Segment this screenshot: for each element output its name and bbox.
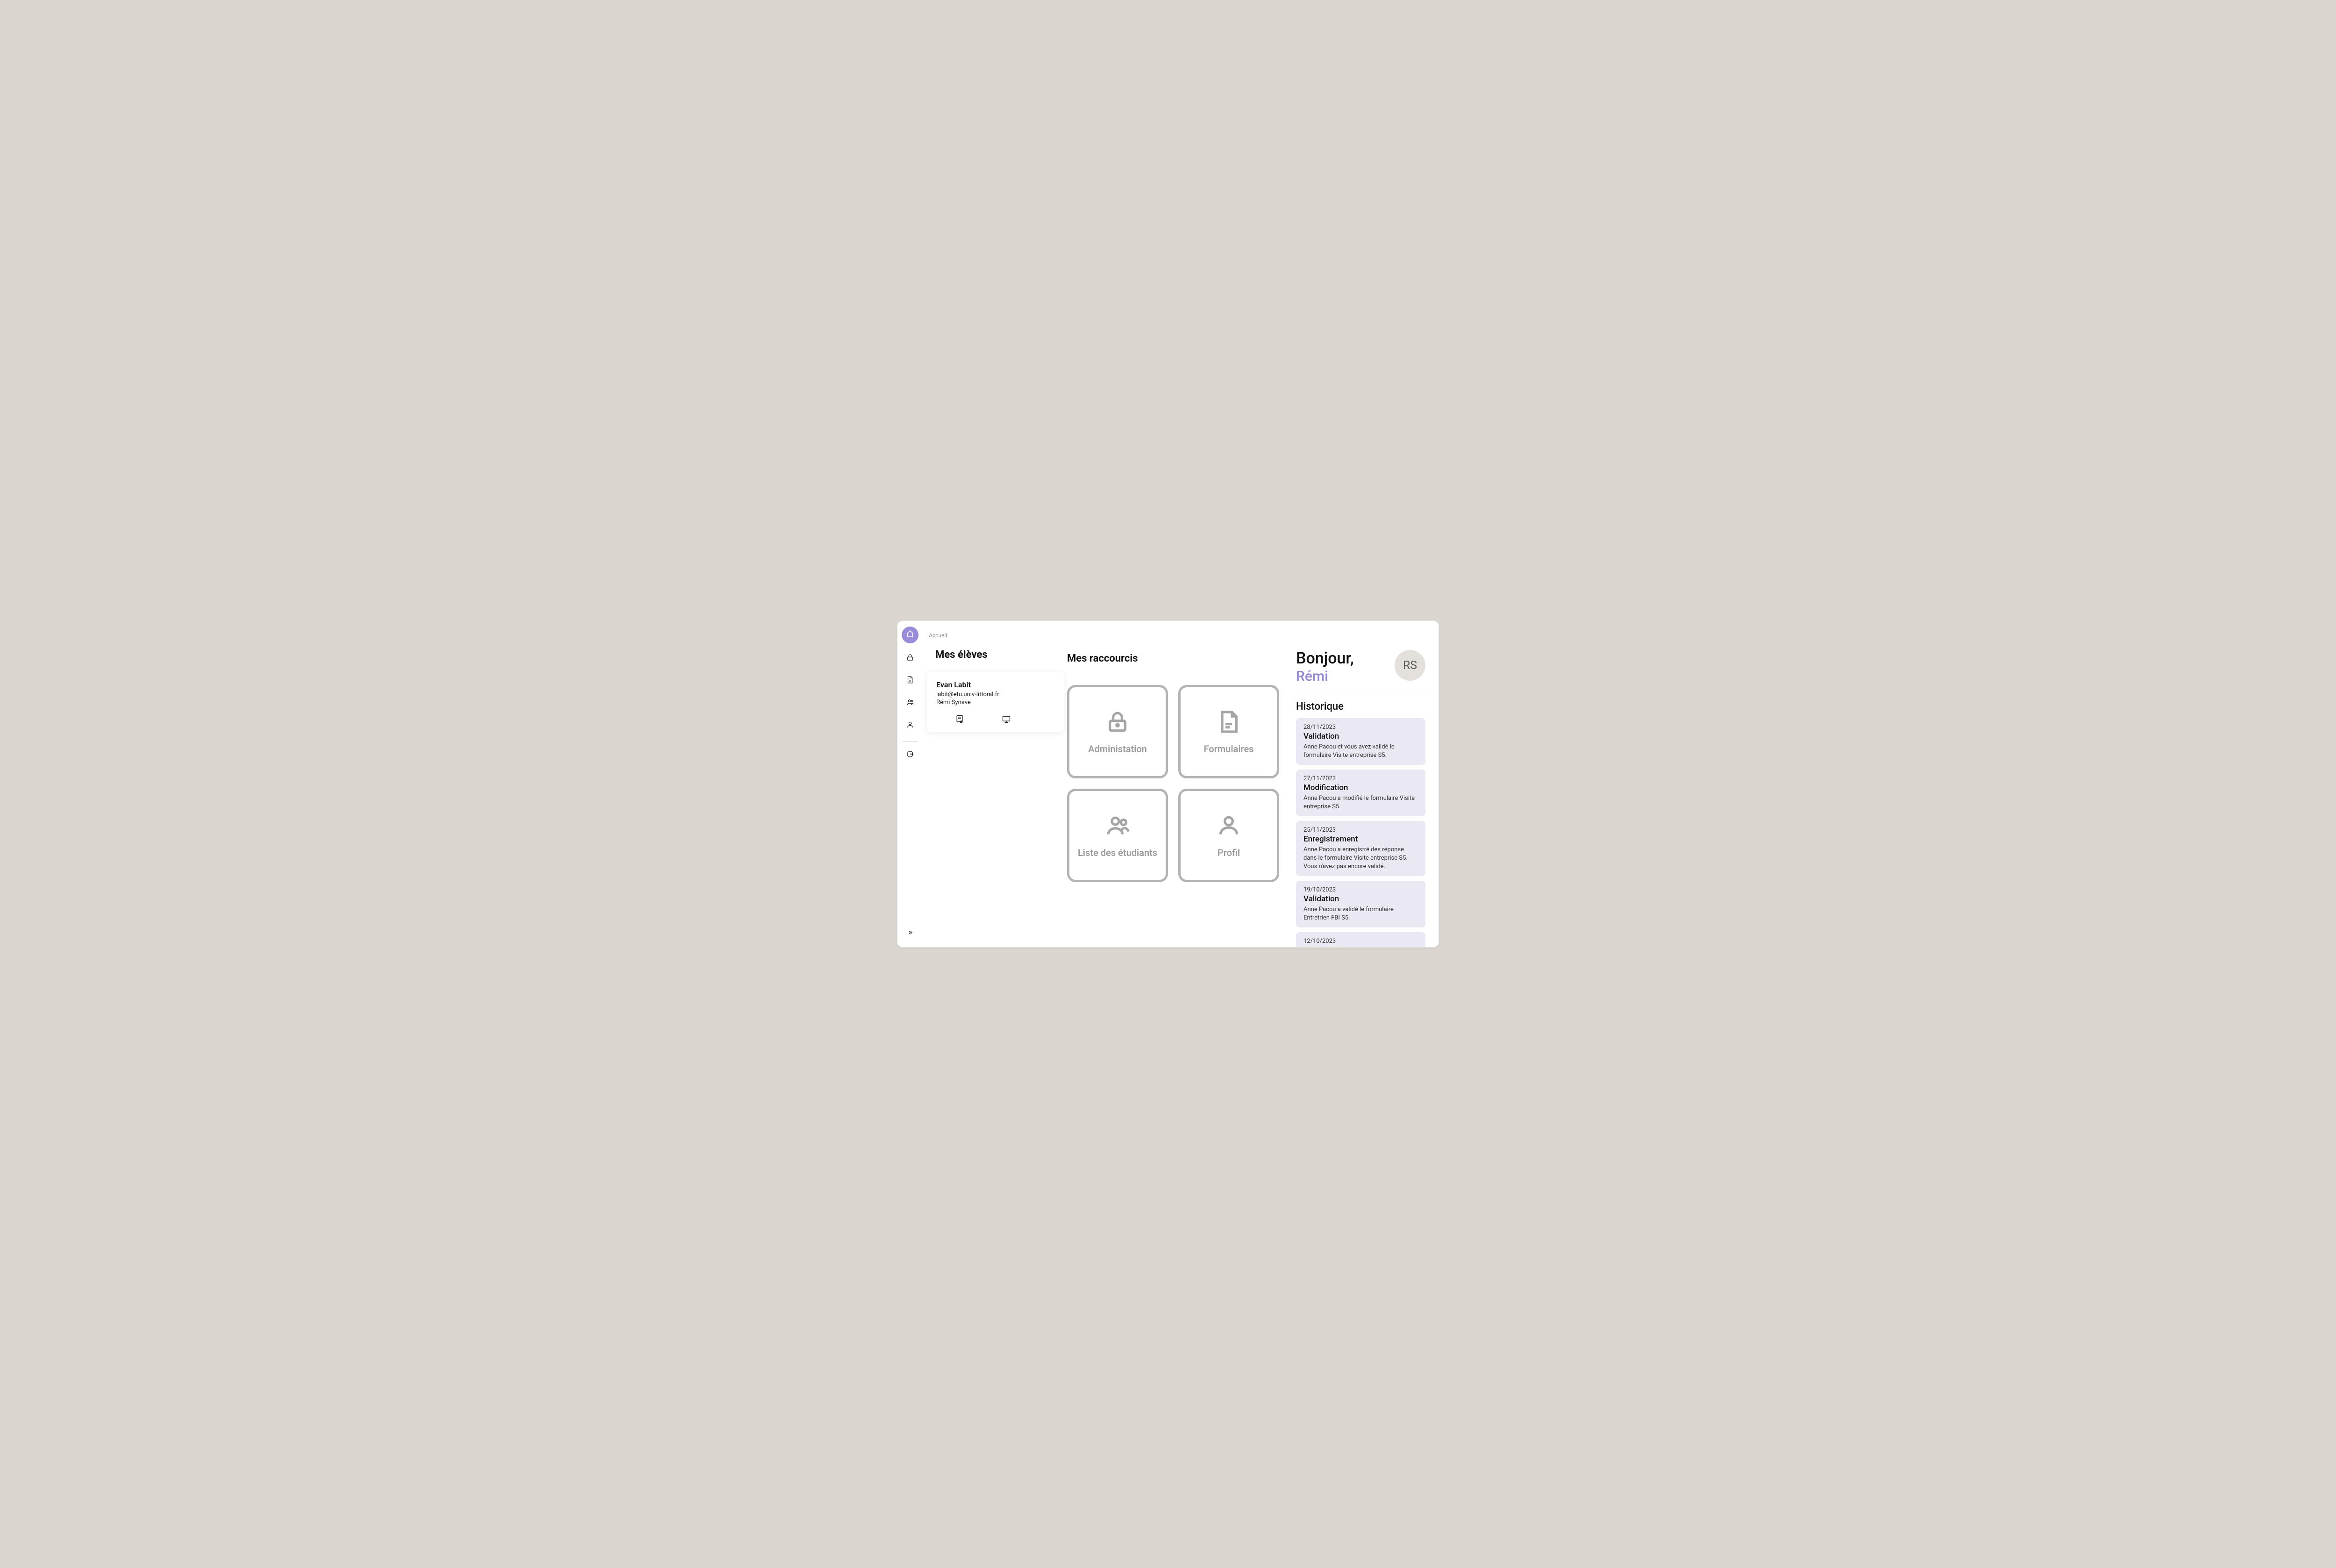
student-tutor: Rémi Synave [936, 699, 1055, 706]
greeting-row: Bonjour, Rémi RS [1296, 650, 1425, 684]
shortcuts-column: Mes raccourcis Administation Formulaires [1062, 621, 1287, 947]
certificate-icon [955, 717, 964, 726]
sidebar-separator [903, 741, 918, 742]
history-list: 28/11/2023 Validation Anne Pacou et vous… [1296, 718, 1425, 947]
shortcut-administration[interactable]: Administation [1067, 685, 1168, 778]
lock-icon [1104, 709, 1131, 737]
history-date: 28/11/2023 [1303, 724, 1418, 731]
history-date: 27/11/2023 [1303, 775, 1418, 782]
main-content: Accueil Mes élèves Evan Labit labit@etu.… [922, 621, 1439, 947]
students-column: Mes élèves Evan Labit labit@etu.univ-lit… [922, 621, 1062, 947]
greeting-text: Bonjour, Rémi [1296, 650, 1354, 684]
home-icon [906, 630, 914, 640]
history-type: Validation [1303, 732, 1418, 741]
history-desc: Anne Pacou a enregistré des réponse dans… [1303, 846, 1418, 870]
app-window: Accueil Mes élèves Evan Labit labit@etu.… [897, 620, 1439, 948]
students-icon [906, 698, 914, 708]
lock-icon [906, 653, 914, 663]
user-icon [906, 720, 914, 731]
shortcuts-grid: Administation Formulaires Liste des étud… [1067, 685, 1279, 882]
shortcuts-title: Mes raccourcis [1067, 653, 1279, 664]
history-desc: Anne Pacou a modifié le formulaire Visit… [1303, 794, 1418, 811]
history-item[interactable]: 27/11/2023 Modification Anne Pacou a mod… [1296, 770, 1425, 816]
history-date: 19/10/2023 [1303, 886, 1418, 893]
nav-logout-button[interactable] [902, 747, 919, 763]
students-icon [1104, 813, 1131, 841]
file-icon [906, 676, 914, 686]
greeting-name: Rémi [1296, 668, 1354, 684]
student-actions [936, 714, 1055, 726]
chevron-double-right-icon [907, 929, 913, 938]
history-item[interactable]: 28/11/2023 Validation Anne Pacou et vous… [1296, 718, 1425, 765]
user-icon [1216, 813, 1242, 841]
nav-students-button[interactable] [902, 695, 919, 712]
shortcut-label: Formulaires [1204, 743, 1253, 755]
shortcut-label: Profil [1218, 847, 1240, 858]
history-desc: Anne Pacou et vous avez validé le formul… [1303, 743, 1418, 759]
nav-lock-button[interactable] [902, 650, 919, 667]
student-card[interactable]: Evan Labit labit@etu.univ-littoral.fr Ré… [927, 672, 1064, 732]
history-date: 12/10/2023 [1303, 938, 1418, 945]
history-title: Historique [1296, 701, 1425, 713]
avatar[interactable]: RS [1395, 650, 1425, 681]
file-icon [1216, 709, 1242, 737]
student-name: Evan Labit [936, 680, 1055, 689]
student-monitor-button[interactable] [1002, 714, 1011, 726]
nav-file-button[interactable] [902, 672, 919, 689]
history-item[interactable]: 25/11/2023 Enregistrement Anne Pacou a e… [1296, 821, 1425, 876]
nav-home-button[interactable] [902, 627, 919, 643]
history-type: Enregistrement [1303, 946, 1418, 947]
shortcut-label: Liste des étudiants [1078, 847, 1157, 858]
greeting-hello: Bonjour, [1296, 650, 1354, 667]
student-doc-button[interactable] [955, 714, 964, 726]
history-item[interactable]: 19/10/2023 Validation Anne Pacou a valid… [1296, 881, 1425, 927]
right-column: Bonjour, Rémi RS Historique 28/11/2023 V… [1287, 621, 1439, 947]
shortcut-label: Administation [1088, 743, 1147, 755]
history-type: Validation [1303, 894, 1418, 904]
sidebar-expand-button[interactable] [907, 929, 913, 938]
history-item[interactable]: 12/10/2023 Enregistrement Vous avez enre… [1296, 932, 1425, 947]
monitor-icon [1002, 717, 1011, 726]
student-email: labit@etu.univ-littoral.fr [936, 691, 1055, 698]
history-type: Modification [1303, 783, 1418, 792]
shortcut-students-list[interactable]: Liste des étudiants [1067, 789, 1168, 882]
students-title: Mes élèves [935, 649, 1049, 661]
history-desc: Anne Pacou a validé le formulaire Entret… [1303, 905, 1418, 922]
sidebar [897, 621, 922, 947]
logout-icon [906, 750, 914, 760]
history-date: 25/11/2023 [1303, 827, 1418, 834]
history-type: Enregistrement [1303, 834, 1418, 844]
shortcut-profil[interactable]: Profil [1178, 789, 1279, 882]
nav-profile-button[interactable] [902, 717, 919, 734]
shortcut-formulaires[interactable]: Formulaires [1178, 685, 1279, 778]
